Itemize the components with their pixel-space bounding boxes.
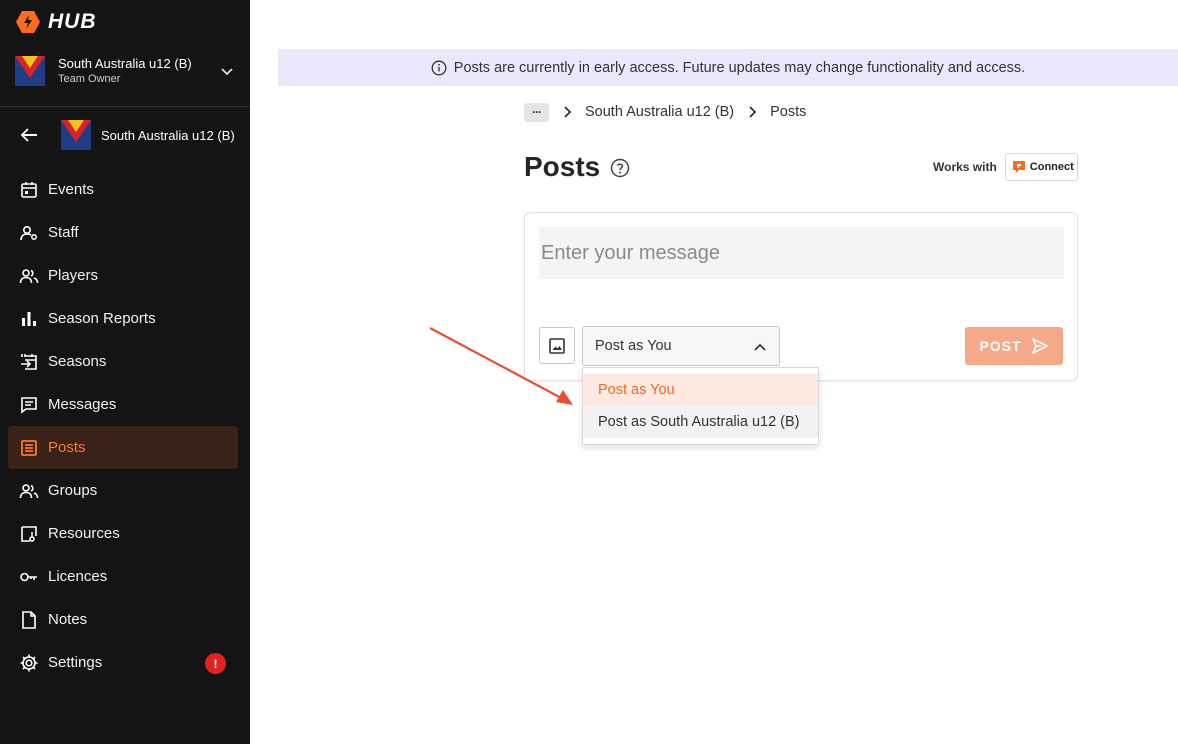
sidebar-item-label: Posts — [48, 439, 86, 456]
connect-label: Connect — [1029, 161, 1074, 173]
seasons-icon — [21, 353, 37, 370]
annotation-arrow-icon — [429, 327, 573, 405]
option-post-as-you[interactable]: Post as You — [583, 374, 818, 406]
page-title: Posts — [524, 151, 601, 182]
sidebar-item-notes[interactable]: Notes — [8, 598, 238, 641]
sidebar-item-label: Seasons — [48, 353, 107, 370]
sidebar-item-label: Notes — [48, 611, 88, 628]
sidebar-item-resources[interactable]: Resources — [8, 512, 238, 555]
groups-icon — [19, 483, 39, 498]
sidebar-item-label: Groups — [48, 482, 98, 499]
post-as-dropdown: Post as You Post as South Australia u12 … — [582, 367, 819, 445]
info-icon — [431, 60, 447, 75]
sidebar-item-label: Players — [48, 267, 99, 284]
breadcrumb-more-button[interactable]: ··· — [524, 102, 549, 122]
works-with: Works with Connect — [933, 153, 1078, 181]
sidebar-item-label: Staff — [48, 224, 79, 241]
team-crest-icon — [15, 56, 45, 86]
early-access-banner: Posts are currently in early access. Fut… — [278, 49, 1178, 86]
breadcrumb-team-link[interactable]: South Australia u12 (B) — [585, 104, 734, 120]
team-switcher[interactable]: South Australia u12 (B) Team Owner — [15, 54, 235, 88]
chevron-right-icon — [749, 106, 757, 118]
message-icon — [21, 396, 37, 414]
works-with-label: Works with — [933, 160, 997, 174]
sidebar-item-label: Resources — [48, 525, 120, 542]
chevron-down-icon[interactable] — [219, 63, 235, 79]
post-button[interactable]: POST — [965, 327, 1063, 365]
breadcrumb-current: Posts — [770, 104, 807, 120]
chevron-up-icon — [754, 343, 766, 351]
sidebar-item-events[interactable]: Events — [8, 168, 238, 211]
hub-logo-icon — [16, 11, 40, 33]
sidebar-item-licences[interactable]: Licences — [8, 555, 238, 598]
sidebar-divider — [0, 106, 250, 107]
sidebar-item-label: Licences — [48, 568, 108, 585]
connect-logo-icon — [1012, 161, 1025, 173]
sidebar-nav: Events Staff Players Season Reports Seas… — [8, 168, 238, 684]
team-back-link[interactable]: South Australia u12 (B) — [18, 120, 243, 150]
sidebar-item-seasons[interactable]: Seasons — [8, 340, 238, 383]
staff-icon — [20, 225, 37, 240]
post-button-label: POST — [979, 338, 1022, 354]
team-name: South Australia u12 (B) — [58, 56, 192, 71]
breadcrumb: ··· South Australia u12 (B) Posts — [524, 101, 806, 123]
sidebar-item-label: Messages — [48, 396, 117, 413]
resources-icon — [21, 525, 37, 542]
sidebar-item-posts[interactable]: Posts — [8, 426, 238, 469]
sidebar-item-season-reports[interactable]: Season Reports — [8, 297, 238, 340]
hub-logo-text: HUB — [48, 10, 97, 33]
gear-icon — [20, 654, 38, 671]
message-input[interactable] — [539, 227, 1064, 279]
sidebar-item-players[interactable]: Players — [8, 254, 238, 297]
team-back-label: South Australia u12 (B) — [101, 127, 235, 143]
bar-chart-icon — [22, 311, 36, 326]
key-icon — [20, 572, 37, 581]
team-crest-icon — [61, 120, 91, 150]
banner-text: Posts are currently in early access. Fut… — [453, 59, 1026, 76]
team-role: Team Owner — [58, 73, 121, 85]
players-icon — [19, 268, 39, 283]
sidebar-item-staff[interactable]: Staff — [8, 211, 238, 254]
chevron-right-icon — [564, 106, 572, 118]
send-icon — [1031, 338, 1048, 354]
note-icon — [22, 610, 36, 629]
sidebar-item-groups[interactable]: Groups — [8, 469, 238, 512]
sidebar-item-label: Settings — [48, 654, 103, 671]
settings-alert-badge: ! — [205, 653, 226, 674]
sidebar: HUB South Australia u12 (B) Team Owner S… — [0, 0, 250, 744]
connect-badge[interactable]: Connect — [1004, 153, 1078, 181]
post-as-select[interactable]: Post as You — [582, 326, 780, 366]
calendar-icon — [21, 181, 37, 198]
option-post-as-team[interactable]: Post as South Australia u12 (B) — [583, 406, 818, 438]
help-icon[interactable] — [610, 158, 630, 178]
sidebar-item-label: Events — [48, 181, 94, 198]
hub-logo[interactable]: HUB — [16, 10, 97, 34]
post-as-select-value: Post as You — [595, 338, 672, 354]
posts-icon — [21, 439, 37, 456]
arrow-left-icon[interactable] — [18, 124, 40, 146]
sidebar-item-label: Season Reports — [48, 310, 156, 327]
sidebar-item-settings[interactable]: Settings ! — [8, 641, 238, 684]
sidebar-item-messages[interactable]: Messages — [8, 383, 238, 426]
